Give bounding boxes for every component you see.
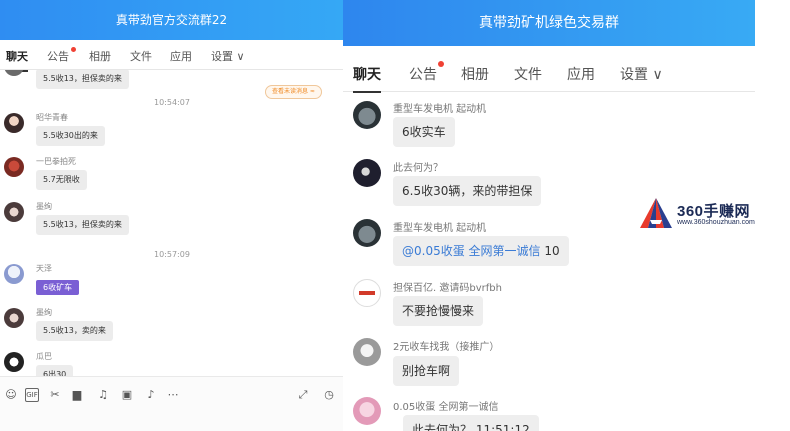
avatar[interactable] [353,219,381,247]
watermark-brand: 360手赚网 [677,203,751,220]
message-bubble: 5.5收13，担保卖的来 [36,70,129,89]
tab-files[interactable]: 文件 [514,64,542,84]
avatar[interactable] [353,338,381,366]
right-group-title: 真带劲矿机绿色交易群 [343,0,755,46]
avatar[interactable] [4,352,24,372]
emoji-icon[interactable]: ☺ [4,388,18,402]
avatar[interactable] [4,113,24,133]
tab-apps[interactable]: 应用 [567,64,595,84]
image-icon[interactable]: ▣ [120,388,134,402]
message-bubble: @0.05收蛋 全网第一诚信 10 [393,236,569,266]
right-tab-bar: 聊天 公告 相册 文件 应用 设置 ∨ [343,56,755,93]
avatar[interactable] [4,202,24,222]
sender-name: 重型车发电机 起动机 [393,223,487,234]
scissors-icon[interactable]: ✂ [48,388,62,402]
left-group-title: 真带劲官方交流群22 [0,0,343,40]
watermark-url: www.360shouzhuan.com [677,219,755,226]
unread-dot [71,47,76,52]
sender-name: 此去何为？ [393,163,443,174]
tab-files[interactable]: 文件 [130,48,152,64]
message-text: 10 [540,244,560,258]
gif-icon[interactable]: GIF [25,388,39,402]
more-icon[interactable]: ⋯ [166,388,180,402]
tab-settings[interactable]: 设置 ∨ [620,64,663,84]
message-bubble: 6收实车 [393,117,455,147]
avatar[interactable] [353,101,381,129]
expand-icon[interactable]: ⤢ [296,388,310,402]
avatar[interactable] [353,159,381,187]
left-message-list[interactable]: 5.5收13，担保卖的来 10:54:07 昭华青春 5.5收30出的来 一巴拳… [0,70,343,376]
mute-bell-icon[interactable]: ♪ [144,388,158,402]
folder-icon[interactable]: ▆ [70,388,84,402]
message-bubble: 6.5收30辆，来的带担保 [393,176,542,206]
sender-name: 墨绚 [36,308,52,317]
watermark: 360手赚网 www.360shouzhuan.com [637,196,787,232]
music-icon[interactable]: ♫ [96,388,110,402]
avatar[interactable] [353,397,381,425]
avatar[interactable] [4,157,24,177]
avatar[interactable] [353,279,381,307]
left-chat-window: 真带劲官方交流群22 聊天 公告 相册 文件 应用 设置 ∨ 查看未读消息 ≈ … [0,0,343,431]
sender-name: 2元收车找我（接推广） [393,342,500,353]
message-bubble: 6收矿车 [36,280,80,295]
message-bubble: 此去何为？ 11:51:12 [403,415,539,431]
message-bubble: 别抢车啊 [393,356,460,386]
sender-name: 0.05收蛋 全网第一诚信 [393,402,499,413]
message-bubble: 5.5收13，担保卖的来 [36,215,129,235]
sender-name: 瓜巴 [36,352,52,361]
mention-text: @0.05收蛋 全网第一诚信 [402,244,541,258]
tab-apps[interactable]: 应用 [170,48,192,64]
avatar[interactable] [4,308,24,328]
tab-settings[interactable]: 设置 ∨ [211,48,245,64]
tab-announcement[interactable]: 公告 [409,64,437,84]
message-bubble: 5.5收13，卖的来 [36,321,113,341]
message-bubble: 5.5收30出的来 [36,126,105,146]
avatar[interactable] [4,70,24,76]
unread-dot [438,61,444,67]
tab-album[interactable]: 相册 [461,64,489,84]
sender-name: 一巴拳拍死 [36,157,76,166]
logo-mark [359,291,375,295]
avatar[interactable] [4,264,24,284]
sender-name: 墨绚 [36,202,52,211]
sender-name: 昭华青春 [36,113,68,122]
message-bubble: 不要抢慢慢来 [393,296,484,326]
input-toolbar: ☺ GIF ✂ ▆ ♫ ▣ ♪ ⋯ ⤢ ◷ [0,376,343,431]
message-bubble: 6出30 [36,365,74,376]
message-bubble: 5.7无限收 [36,170,87,190]
left-tab-bar: 聊天 公告 相册 文件 应用 设置 ∨ [0,40,343,72]
tab-announcement[interactable]: 公告 [47,48,69,64]
timestamp: 10:57:09 [154,250,190,259]
timestamp: 10:54:07 [154,98,190,107]
tab-album[interactable]: 相册 [89,48,111,64]
sender-name: 天泽 [36,264,52,273]
history-icon[interactable]: ◷ [322,388,336,402]
watermark-logo-icon [640,198,672,228]
tab-chat[interactable]: 聊天 [6,48,28,72]
sender-name: 担保百亿. 邀请码bvrfbh [393,283,502,294]
sender-name: 重型车发电机 起动机 [393,104,487,115]
tab-chat[interactable]: 聊天 [353,64,381,93]
